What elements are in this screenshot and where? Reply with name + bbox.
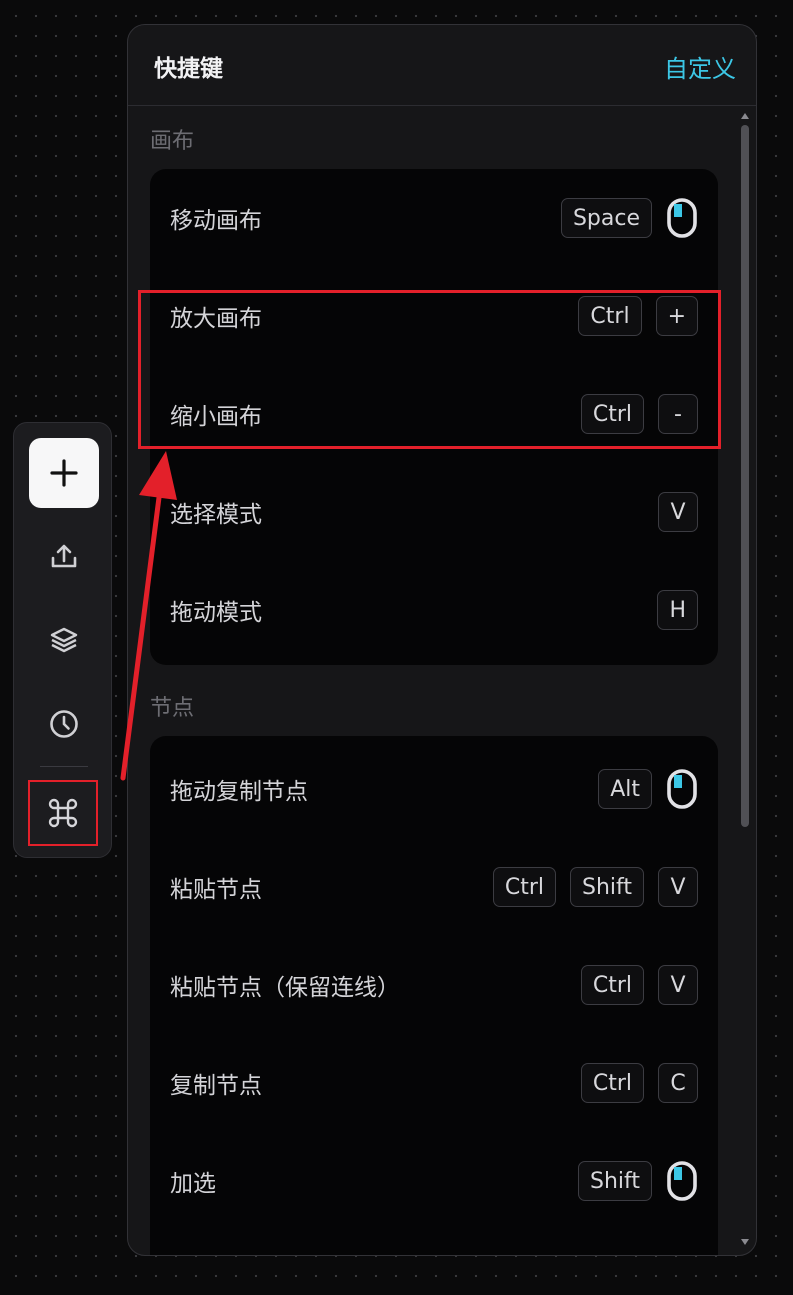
left-toolbar xyxy=(13,422,112,858)
shortcuts-panel: 快捷键 自定义 画布 移动画布 Space 放大画布 Ctrl + 缩小画布 C… xyxy=(127,24,757,1256)
key-badge: Shift xyxy=(577,1161,652,1201)
toolbar-divider xyxy=(40,766,88,767)
mouse-left-click-icon xyxy=(666,768,698,810)
shortcut-row: 拖动复制节点 Alt xyxy=(150,740,718,838)
shortcut-label: 拖动复制节点 xyxy=(170,779,308,805)
key-badge: V xyxy=(658,965,698,1005)
panel-title: 快捷键 xyxy=(154,56,223,82)
key-badge: H xyxy=(657,590,698,630)
key-badge: V xyxy=(658,492,698,532)
layers-icon xyxy=(50,627,78,653)
key-badge: C xyxy=(658,1063,698,1103)
add-button[interactable] xyxy=(29,438,99,508)
section-label-nodes: 节点 xyxy=(150,696,195,721)
shortcuts-button[interactable] xyxy=(28,780,98,846)
shortcut-label: 选择模式 xyxy=(170,502,262,528)
scroll-down-icon[interactable] xyxy=(741,1239,749,1245)
history-button[interactable] xyxy=(36,696,92,752)
panel-scrollbar[interactable] xyxy=(739,111,751,1247)
shortcut-label: 移动画布 xyxy=(170,208,262,234)
shortcut-row: 拖动模式 H xyxy=(150,561,718,659)
key-badge: Alt xyxy=(598,769,652,809)
shortcut-row: 加选 Shift xyxy=(150,1132,718,1230)
key-badge: Ctrl xyxy=(580,1063,644,1103)
key-badge: Ctrl xyxy=(580,965,644,1005)
command-icon xyxy=(48,798,78,828)
shortcut-label: 粘贴节点（保留连线） xyxy=(170,975,400,1001)
key-group: Space xyxy=(560,197,698,239)
shortcut-row: 粘贴节点（保留连线） Ctrl V xyxy=(150,936,718,1034)
upload-icon xyxy=(51,544,77,568)
layers-button[interactable] xyxy=(36,612,92,668)
mouse-left-click-icon xyxy=(666,1160,698,1202)
key-group: H xyxy=(657,590,698,630)
key-group: Ctrl C xyxy=(580,1063,698,1103)
key-group: V xyxy=(658,492,698,532)
shortcut-label: 复制节点 xyxy=(170,1073,262,1099)
shortcut-row: 移动画布 Space xyxy=(150,169,718,267)
key-group: Alt xyxy=(598,768,698,810)
plus-icon xyxy=(50,459,78,487)
panel-header: 快捷键 自定义 xyxy=(128,25,756,106)
node-shortcuts-card: 拖动复制节点 Alt 粘贴节点 Ctrl Shift V 粘贴节点（保留连线） … xyxy=(150,736,718,1255)
shortcut-label: 拖动模式 xyxy=(170,600,262,626)
key-group: Shift xyxy=(577,1160,698,1202)
key-badge: Ctrl xyxy=(492,867,556,907)
shortcut-row: 选择模式 V xyxy=(150,463,718,561)
key-badge: Shift xyxy=(569,867,644,907)
mouse-left-click-icon xyxy=(666,197,698,239)
key-badge: V xyxy=(658,867,698,907)
key-group: Ctrl Shift V xyxy=(492,867,698,907)
highlight-box xyxy=(138,290,721,449)
shortcut-row: 复制节点 Ctrl C xyxy=(150,1034,718,1132)
export-button[interactable] xyxy=(36,529,92,585)
key-badge: Space xyxy=(560,198,652,238)
shortcut-row: 粘贴节点 Ctrl Shift V xyxy=(150,838,718,936)
shortcut-label: 加选 xyxy=(170,1171,216,1197)
clock-icon xyxy=(50,710,78,738)
shortcut-label: 粘贴节点 xyxy=(170,877,262,903)
key-group: Ctrl V xyxy=(580,965,698,1005)
customize-link[interactable]: 自定义 xyxy=(664,49,736,84)
section-label-canvas: 画布 xyxy=(150,129,195,154)
scrollbar-thumb[interactable] xyxy=(741,125,749,827)
scroll-up-icon[interactable] xyxy=(741,113,749,119)
